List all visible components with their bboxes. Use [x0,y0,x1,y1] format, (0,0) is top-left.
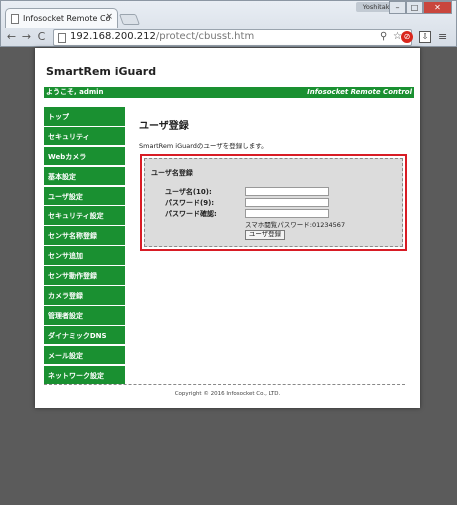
username-label: ユーザ名(10): [165,188,212,196]
username-input[interactable] [245,187,329,196]
extension-red-icon[interactable]: ⊘ [401,31,413,43]
new-tab-button[interactable] [118,14,141,25]
sidebar-item-webcam[interactable]: Webカメラ [44,146,125,166]
browser-toolbar: ← → C 192.168.200.212/protect/cbusst.htm… [1,28,457,47]
tab-close-icon[interactable]: × [105,12,113,22]
browser-chrome: Infosocket Remote Co × Yoshitake – □ ✕ ←… [0,0,457,47]
user-registration-form: ユーザ名登録 ユーザ名(10): パスワード(9): パスワード確認: スマホ閲… [140,154,407,251]
sidebar-item-mail-settings[interactable]: メール設定 [44,345,125,365]
sidebar-item-camera-registration[interactable]: カメラ登録 [44,286,125,305]
zoom-icon[interactable]: ⚲ [380,31,387,42]
sidebar-item-network-settings[interactable]: ネットワーク設定 [44,365,125,385]
maximize-icon[interactable]: □ [406,1,423,14]
welcome-text: ようこそ, admin [46,88,104,96]
footer-divider [44,384,405,385]
forward-arrow-icon[interactable]: → [20,30,33,43]
page-info-icon[interactable] [58,33,66,43]
sidebar-item-admin-settings[interactable]: 管理者設定 [44,305,125,325]
company-banner: Infosocket Remote Control [307,88,412,96]
address-bar[interactable]: 192.168.200.212/protect/cbusst.htm ⚲ ☆ [53,29,412,46]
sidebar-item-basic-settings[interactable]: 基本設定 [44,166,125,186]
sidebar-item-security[interactable]: セキュリティ [44,126,125,146]
back-arrow-icon[interactable]: ← [5,30,18,43]
sidebar-item-sensor-actions[interactable]: センサ動作登録 [44,266,125,285]
sidebar-nav: トップ セキュリティ Webカメラ 基本設定 ユーザ設定 セキュリティ設定 セン… [44,107,125,385]
sidebar-item-add-sensor[interactable]: センサ追加 [44,246,125,265]
form-fieldset: ユーザ名登録 ユーザ名(10): パスワード(9): パスワード確認: スマホ閲… [144,158,403,247]
page-title: ユーザ登録 [139,121,189,132]
close-window-icon[interactable]: ✕ [423,1,452,14]
page-description: SmartRem iGuardのユーザを登録します。 [139,142,268,150]
copyright-footer: Copyright © 2016 Infosocket Co., LTD. [174,391,281,397]
browser-tab[interactable]: Infosocket Remote Co × [5,8,118,28]
tab-title: Infosocket Remote Co [23,14,111,23]
url-host: 192.168.200.212 [70,31,156,42]
site-brand: SmartRem iGuard [46,65,157,78]
welcome-bar: ようこそ, admin Infosocket Remote Control [44,87,414,98]
url-path: /protect/cbusst.htm [155,31,255,42]
sidebar-item-sensor-names[interactable]: センサ名称登録 [44,226,125,245]
reload-icon[interactable]: C [35,30,48,43]
page-sheet: SmartRem iGuard ようこそ, admin Infosocket R… [35,48,420,408]
minimize-icon[interactable]: – [389,1,406,14]
sidebar-item-dynamic-dns[interactable]: ダイナミックDNS [44,325,125,345]
mobile-password-note: スマホ閲覧パスワード:01234567 [245,221,346,229]
sidebar-item-top[interactable]: トップ [44,107,125,126]
form-legend: ユーザ名登録 [151,169,193,177]
sidebar-item-security-settings[interactable]: セキュリティ設定 [44,206,125,226]
password-input[interactable] [245,198,329,207]
page-icon [11,14,19,24]
password-confirm-label: パスワード確認: [165,210,217,218]
window-controls: – □ ✕ [389,1,452,14]
password-confirm-input[interactable] [245,209,329,218]
password-label: パスワード(9): [165,199,215,207]
sidebar-item-user-settings[interactable]: ユーザ設定 [44,186,125,206]
register-user-button[interactable]: ユーザ登録 [245,230,285,240]
page-viewport: SmartRem iGuard ようこそ, admin Infosocket R… [0,47,457,505]
menu-icon[interactable]: ≡ [438,30,447,43]
download-icon[interactable]: ⇩ [419,31,431,43]
